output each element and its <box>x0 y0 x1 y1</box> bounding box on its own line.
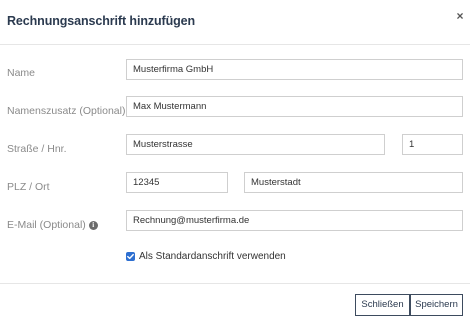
name-addition-input[interactable] <box>126 96 463 117</box>
zip-input[interactable] <box>126 172 228 193</box>
name-input[interactable] <box>126 59 463 80</box>
email-label-row: E-Mail (Optional) i <box>7 219 98 231</box>
save-button[interactable]: Speichern <box>410 294 463 316</box>
street-label: Straße / Hnr. <box>7 143 67 155</box>
name-label: Name <box>7 67 36 79</box>
checkmark-icon <box>127 253 134 260</box>
dialog-title: Rechnungsanschrift hinzufügen <box>7 14 196 28</box>
default-address-label[interactable]: Als Standardanschrift verwenden <box>139 251 286 262</box>
zip-city-label: PLZ / Ort <box>7 181 50 193</box>
close-icon[interactable]: × <box>453 9 467 23</box>
street-input[interactable] <box>126 134 385 155</box>
email-label: E-Mail (Optional) <box>7 219 86 231</box>
info-icon[interactable]: i <box>88 220 98 230</box>
close-button[interactable]: Schließen <box>355 294 410 316</box>
name-addition-label: Namenszusatz (Optional) <box>7 105 126 117</box>
footer-divider <box>0 283 470 284</box>
city-input[interactable] <box>244 172 463 193</box>
email-input[interactable] <box>126 210 463 231</box>
default-address-checkbox[interactable] <box>126 252 135 261</box>
dialog-header: Rechnungsanschrift hinzufügen × <box>0 0 470 45</box>
house-number-input[interactable] <box>402 134 463 155</box>
